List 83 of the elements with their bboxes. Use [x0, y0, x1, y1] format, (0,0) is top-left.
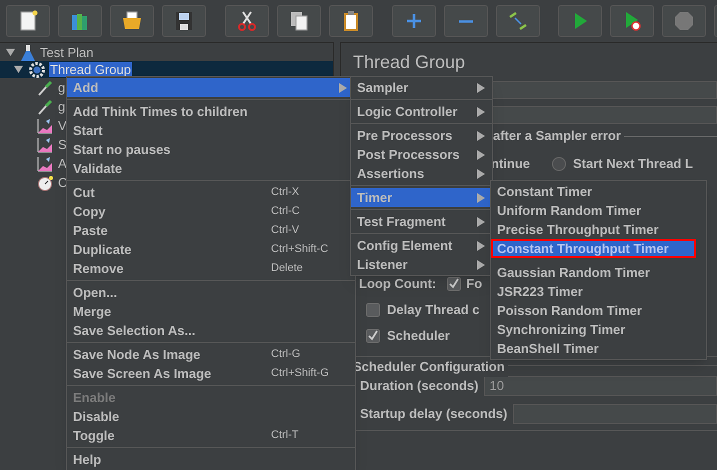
submenu-arrow-icon: [477, 106, 485, 116]
shortcut-label: Ctrl-G: [271, 347, 302, 362]
checkbox[interactable]: [366, 303, 380, 317]
radio-button[interactable]: [552, 157, 566, 171]
submenu-arrow-icon: [477, 192, 485, 202]
field-label: Duration (seconds): [360, 377, 478, 396]
tree-item[interactable]: g: [57, 99, 66, 114]
toolbar-button[interactable]: [162, 5, 206, 37]
menu-item[interactable]: Merge: [67, 302, 355, 321]
menu-item[interactable]: Poisson Random Timer: [491, 301, 706, 320]
chart-icon: [37, 136, 53, 152]
tree-item[interactable]: V: [57, 118, 68, 133]
toolbar-button[interactable]: [277, 5, 321, 37]
stop-sign-icon: [672, 9, 696, 33]
tree-item[interactable]: A: [57, 156, 68, 171]
toolbar-button[interactable]: [225, 5, 269, 37]
panel-title: Thread Group: [353, 50, 466, 74]
submenu-arrow-icon: [477, 216, 485, 226]
minus-icon: [459, 20, 473, 22]
menu-item[interactable]: Toggle Ctrl-T: [67, 426, 355, 445]
tree-item[interactable]: Thread Group: [49, 62, 132, 77]
menu-item[interactable]: Disable: [67, 407, 355, 426]
shortcut-label: Ctrl-X: [271, 185, 300, 200]
chart-icon: [37, 118, 53, 134]
input-field[interactable]: [513, 404, 717, 424]
tree-item[interactable]: g: [57, 80, 66, 95]
radio-label: Start Next Thread L: [573, 155, 693, 174]
plus-icon: [407, 14, 421, 28]
shortcut-label: Ctrl-C: [271, 204, 301, 220]
shortcut-label: Ctrl-V: [271, 223, 300, 238]
name-field[interactable]: [491, 81, 717, 99]
menu-item[interactable]: Listener: [351, 255, 492, 274]
checkbox-label: Scheduler: [387, 327, 450, 346]
menu-item[interactable]: Assertions: [351, 164, 492, 183]
menu-item[interactable]: Config Element: [351, 236, 492, 255]
gear-icon: [29, 62, 45, 78]
shortcut-label: Ctrl-T: [271, 428, 300, 444]
group-legend: after a Sampler error: [493, 126, 621, 146]
submenu-arrow-icon: [477, 82, 485, 92]
menu-item[interactable]: BeanShell Timer: [491, 339, 706, 358]
menu-item[interactable]: Help: [67, 450, 355, 469]
pipette-icon: [37, 98, 53, 114]
toolbar-button[interactable]: [6, 5, 50, 37]
checkbox[interactable]: [447, 277, 462, 291]
pipette-icon: [37, 80, 53, 96]
menu-item[interactable]: Constant Timer: [491, 182, 706, 201]
menu-item[interactable]: Open...: [67, 283, 355, 302]
menu-item[interactable]: Gaussian Random Timer: [491, 263, 706, 282]
chart-icon: [37, 156, 53, 172]
comments-field[interactable]: [491, 106, 717, 124]
menu-item[interactable]: Precise Throughput Timer: [491, 220, 706, 239]
radio-label: ntinue: [491, 155, 530, 174]
shortcut-label: Delete: [271, 261, 304, 276]
shortcut-label: Ctrl+Shift-C: [271, 242, 330, 258]
menu-item[interactable]: Synchronizing Timer: [491, 320, 706, 339]
shortcut-label: Ctrl+Shift-G: [271, 366, 330, 382]
menu-item[interactable]: Uniform Random Timer: [491, 201, 706, 220]
toolbar-button[interactable]: [110, 5, 154, 37]
flask-icon: [21, 44, 35, 60]
stopwatch-icon: [37, 174, 53, 190]
field-label: Loop Count:: [359, 275, 436, 294]
input-field[interactable]: 10: [484, 376, 717, 396]
menu-item[interactable]: Constant Throughput Timer: [491, 239, 696, 258]
expand-arrow-icon[interactable]: [6, 48, 15, 57]
menu-item[interactable]: Post Processors: [351, 145, 492, 164]
menu-item[interactable]: Timer: [351, 188, 492, 207]
expand-arrow-icon[interactable]: [14, 65, 23, 74]
toolbar-button[interactable]: [610, 5, 654, 37]
checkbox-label: Fo: [466, 275, 482, 294]
tree-item[interactable]: S: [57, 137, 68, 152]
tree-item[interactable]: Test Plan: [39, 45, 94, 60]
toolbar-button[interactable]: [329, 5, 373, 37]
menu-item[interactable]: Pre Processors: [351, 126, 492, 145]
menu-item[interactable]: JSR223 Timer: [491, 282, 706, 301]
menu-item[interactable]: Logic Controller: [351, 102, 492, 121]
checkbox-label: Delay Thread c: [387, 301, 480, 320]
field-label: Startup delay (seconds): [360, 405, 508, 424]
menu-item[interactable]: Save Selection As...: [67, 321, 355, 340]
tree-item[interactable]: C: [57, 175, 68, 190]
menu-item[interactable]: Test Fragment: [351, 212, 492, 231]
scissors-icon: [235, 9, 259, 33]
submenu-arrow-icon: [339, 82, 347, 92]
checkbox[interactable]: [366, 329, 380, 343]
